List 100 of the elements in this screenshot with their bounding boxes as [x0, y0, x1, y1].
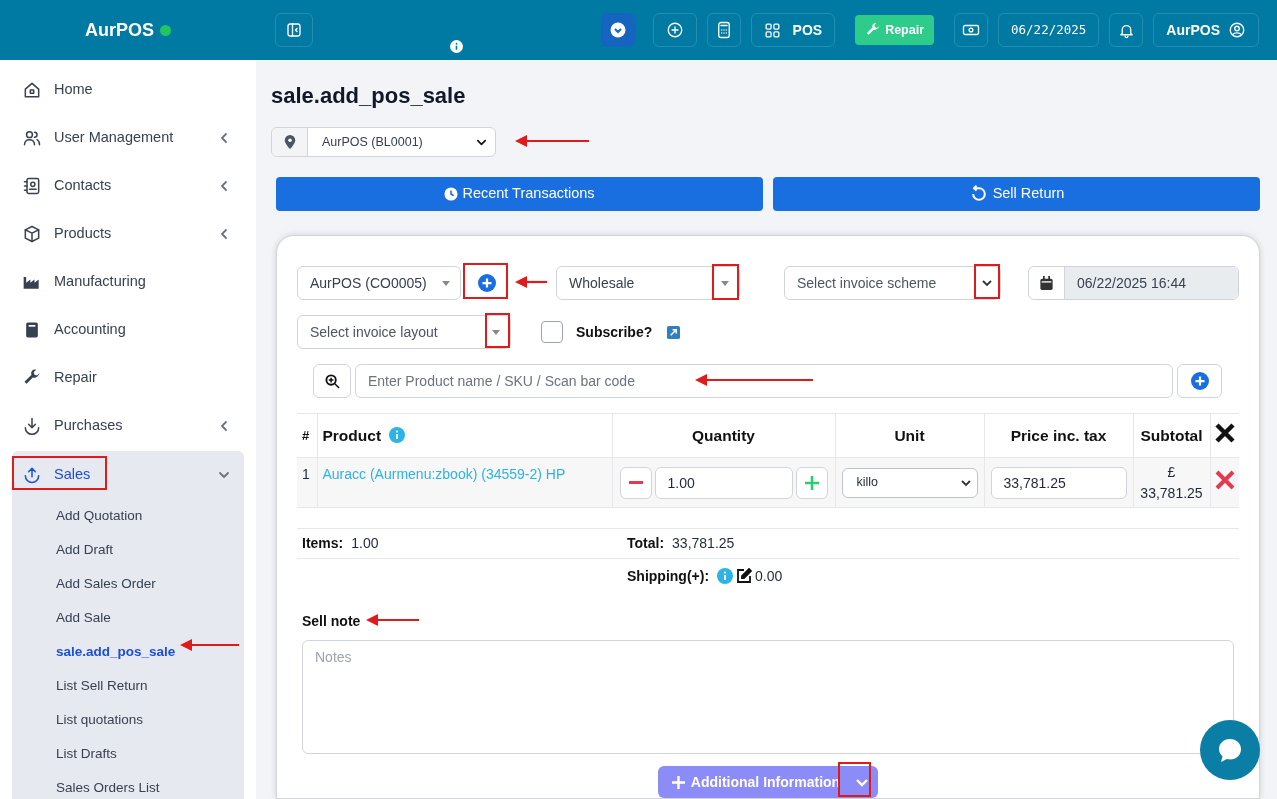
chevron-icon	[218, 420, 230, 432]
highlight-box	[838, 762, 871, 797]
download-button[interactable]	[600, 13, 635, 47]
search-button[interactable]	[313, 364, 351, 398]
caret-icon	[960, 478, 971, 487]
contact-book-icon	[22, 176, 42, 196]
notifications-button[interactable]	[1109, 13, 1144, 47]
sidebar-subitem[interactable]: List Drafts	[12, 737, 244, 771]
chevron-icon	[218, 132, 230, 144]
add-button[interactable]	[652, 13, 697, 47]
highlight-box	[712, 264, 739, 300]
sidebar-item[interactable]: Contacts	[12, 162, 244, 210]
annotation-arrow	[180, 638, 239, 652]
sidebar-item[interactable]: Repair	[12, 354, 244, 402]
sidebar-item[interactable]: Manufacturing	[12, 258, 244, 306]
pos-button[interactable]: POS	[750, 13, 836, 47]
sidebar-item[interactable]: Products	[12, 210, 244, 258]
box-icon	[22, 224, 42, 244]
home-icon	[22, 80, 42, 100]
total-value: 33,781.25	[672, 534, 735, 553]
add-icon	[665, 21, 684, 39]
chevron-icon	[218, 469, 230, 481]
external-link-icon[interactable]	[667, 325, 681, 339]
cash-icon	[962, 22, 981, 38]
plus-icon	[804, 475, 819, 490]
user-icon	[1228, 21, 1246, 39]
sidebar-item[interactable]: Accounting	[12, 306, 244, 354]
sidebar-subitem[interactable]: List Sell Return	[12, 669, 244, 703]
sidebar-item[interactable]: Home	[12, 66, 244, 114]
sidebar-subitem[interactable]: Add Draft	[12, 533, 244, 567]
sidebar-subitem[interactable]: Add Quotation	[12, 499, 244, 533]
shipping-value: 0.00	[755, 566, 783, 586]
unit-select[interactable]: killo	[841, 467, 978, 498]
sidebar-subitem[interactable]: sale.add_pos_sale	[12, 635, 244, 669]
calendar-icon	[1029, 267, 1065, 299]
chevron-icon	[218, 228, 230, 240]
remove-row-icon[interactable]	[1214, 469, 1235, 490]
customer-select[interactable]: AurPOS (CO0005)	[297, 266, 461, 300]
caret-icon	[492, 329, 500, 335]
add-product-button[interactable]	[1177, 364, 1222, 398]
page-title: sale.add_pos_sale	[271, 82, 467, 109]
info-icon[interactable]	[389, 426, 406, 443]
quantity-field[interactable]: 1.00	[654, 466, 793, 499]
column-header: Unit	[894, 426, 925, 444]
chevron-icon	[218, 180, 230, 192]
sidebar-item[interactable]: User Management	[12, 114, 244, 162]
price-field[interactable]: 33,781.25	[990, 466, 1127, 499]
plus-icon	[671, 775, 685, 789]
sidebar-toggle-button[interactable]	[275, 13, 313, 47]
upload-icon	[22, 465, 42, 485]
invoice-layout-select[interactable]: Select invoice layout	[297, 315, 511, 349]
subtotal-text: £ 33,781.25	[1139, 462, 1204, 503]
sidebar-item[interactable]: Sales	[12, 451, 244, 499]
grid-icon	[763, 21, 781, 39]
highlight-box	[974, 264, 1000, 299]
items-value: 1.00	[351, 534, 379, 553]
add-icon	[1190, 372, 1209, 390]
subscribe-label: Subscribe?	[576, 322, 653, 342]
date-field[interactable]: 06/22/2025 16:44	[1028, 266, 1239, 300]
shipping-label: Shipping(+):	[627, 566, 710, 586]
sidebar-subitem[interactable]: Add Sales Order	[12, 567, 244, 601]
column-header: Quantity	[692, 426, 755, 444]
caret-icon	[442, 280, 450, 286]
sidebar-item[interactable]: Purchases	[12, 402, 244, 450]
edit-icon[interactable]	[736, 568, 753, 584]
users-icon	[22, 128, 42, 148]
clock-icon	[444, 187, 459, 201]
search-icon	[324, 373, 340, 389]
annotation-arrow	[366, 613, 419, 627]
decrease-button[interactable]	[619, 466, 652, 499]
column-header: Price inc. tax	[1010, 426, 1107, 444]
product-search-field[interactable]: Enter Product name / SKU / Scan bar code	[355, 364, 1173, 398]
column-header: Product	[322, 426, 382, 444]
recent-transactions-button[interactable]: Recent Transactions	[276, 177, 763, 211]
subscribe-checkbox[interactable]	[541, 321, 563, 343]
cash-button[interactable]	[954, 13, 989, 47]
column-header: Subtotal	[1140, 426, 1203, 444]
date-button[interactable]: 06/22/2025	[998, 13, 1100, 47]
items-label: Items:	[302, 534, 344, 553]
highlight-box	[463, 263, 508, 299]
user-menu-button[interactable]: AurPOS	[1153, 13, 1259, 47]
sell-return-button[interactable]: Sell Return	[773, 177, 1260, 211]
location-select[interactable]: AurPOS (BL0001)	[271, 127, 496, 157]
sidebar-icon	[285, 21, 303, 39]
calculator-button[interactable]	[706, 13, 741, 47]
sidebar-subitem[interactable]: Sales Orders List	[12, 771, 244, 799]
invoice-scheme-select[interactable]: Select invoice scheme	[784, 266, 1001, 300]
row-number: 1	[302, 466, 310, 482]
chat-icon	[1216, 736, 1244, 764]
minus-icon	[628, 480, 643, 485]
column-header: #	[302, 428, 310, 443]
download-icon	[22, 416, 42, 436]
sidebar-subitem[interactable]: Add Sale	[12, 601, 244, 635]
sidebar-subitem[interactable]: List quotations	[12, 703, 244, 737]
caret-icon	[982, 279, 992, 287]
price-group-select[interactable]: Wholesale	[556, 266, 740, 300]
info-icon[interactable]	[450, 40, 463, 53]
notes-field[interactable]: Notes	[302, 640, 1234, 754]
caret-icon	[721, 280, 729, 286]
remove-all-icon[interactable]	[1213, 421, 1236, 444]
